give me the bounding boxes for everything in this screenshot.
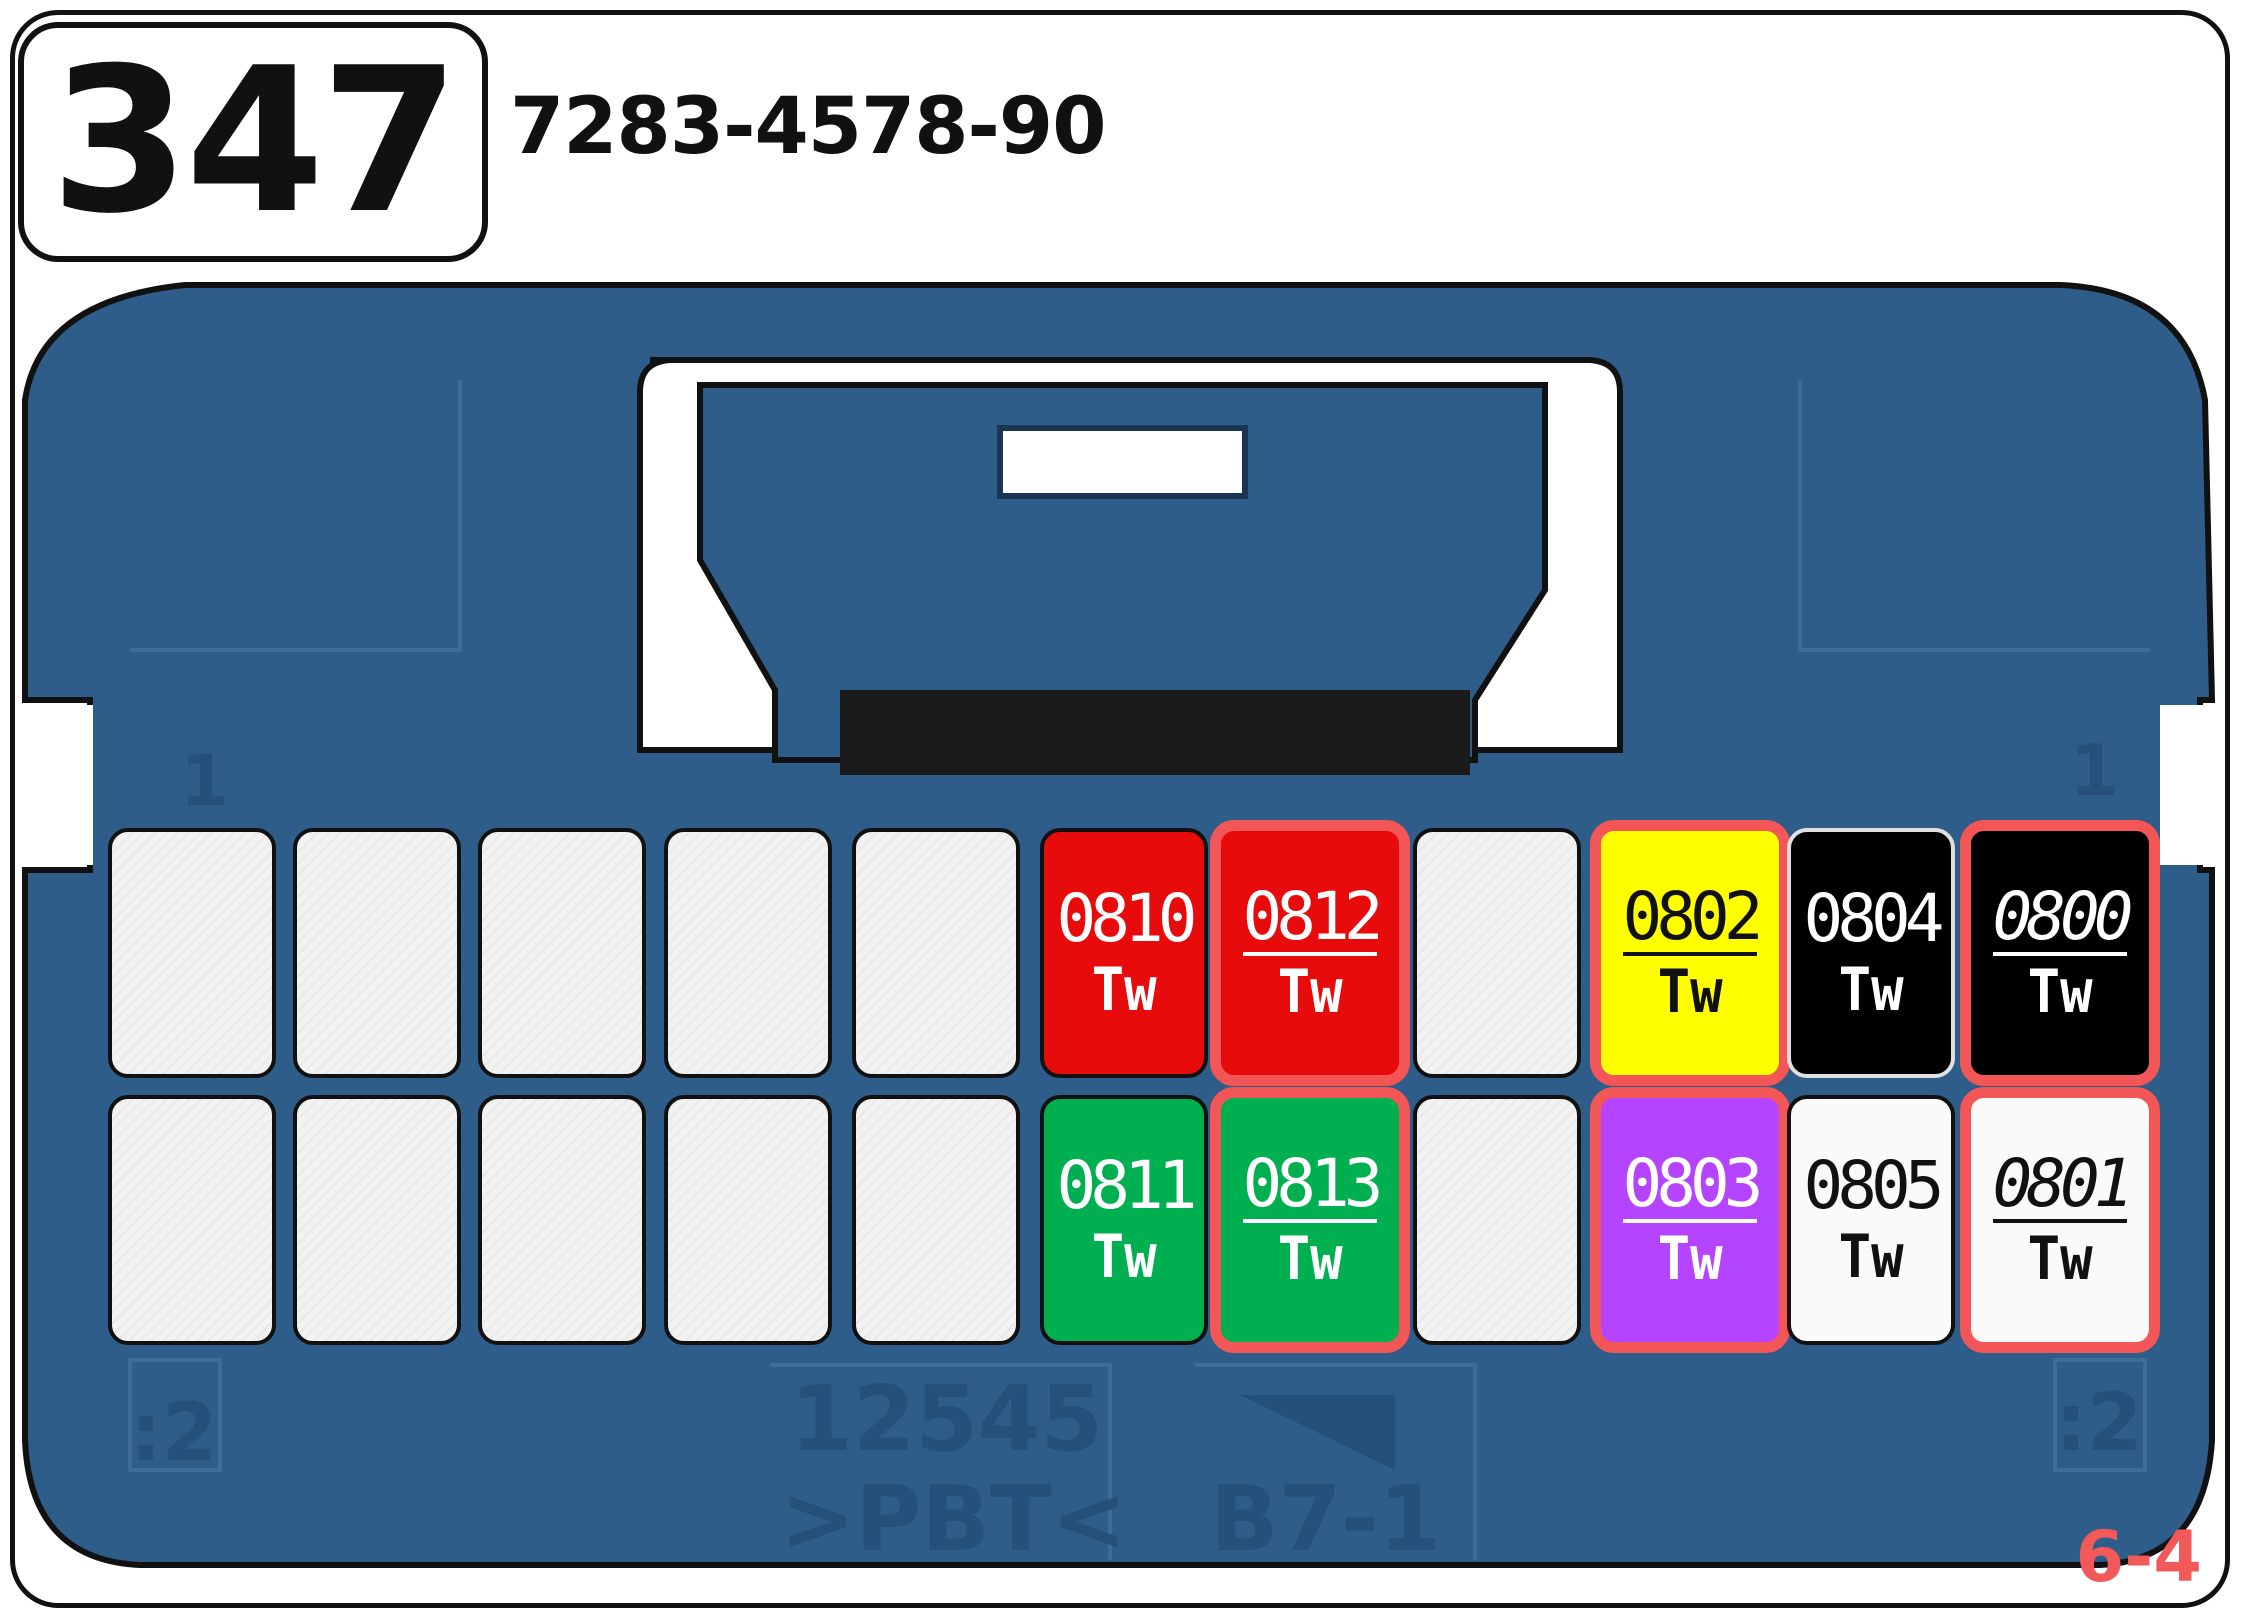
wire-type: Tw	[1091, 955, 1157, 1025]
cavity-empty	[478, 1095, 646, 1345]
mold-code-line2: >PBT<	[780, 1467, 1127, 1572]
page-reference: 6-4	[2075, 1516, 2202, 1598]
cavity-empty	[852, 828, 1020, 1078]
mold-code-line1: 12545	[790, 1367, 1103, 1472]
cavity-empty	[1413, 1095, 1581, 1345]
cavity-empty	[108, 1095, 276, 1345]
cavity-0801: 0801 Tw	[1960, 1087, 2160, 1353]
wire-type: Tw	[1657, 957, 1723, 1027]
cavity-0805: 0805 Tw	[1787, 1095, 1955, 1345]
left-notch	[18, 705, 93, 865]
mold-mark-bottom-left: :2	[130, 1386, 218, 1479]
wire-type: Tw	[1838, 1222, 1904, 1292]
circuit-number: 0812	[1242, 878, 1383, 956]
latch-slot	[840, 690, 1470, 775]
cavity-empty	[852, 1095, 1020, 1345]
mold-mark-top-right: 1	[2070, 730, 2119, 812]
wire-type: Tw	[1657, 1224, 1723, 1294]
mold-mark-center-right: B7-1	[1210, 1467, 1441, 1572]
cavity-empty	[293, 828, 461, 1078]
circuit-number: 0813	[1242, 1145, 1383, 1223]
cavity-0800: 0800 Tw	[1960, 820, 2160, 1086]
wire-type: Tw	[1838, 955, 1904, 1025]
cavity-0804: 0804 Tw	[1787, 828, 1955, 1078]
connector-id: 347	[50, 25, 459, 258]
cavity-empty	[478, 828, 646, 1078]
cavity-0802: 0802 Tw	[1590, 820, 1790, 1086]
circuit-number: 0811	[1056, 1147, 1198, 1224]
right-notch	[2160, 705, 2220, 865]
mold-mark-bottom-right: :2	[2055, 1376, 2143, 1469]
circuit-number: 0805	[1803, 1147, 1945, 1224]
wire-type: Tw	[1277, 957, 1343, 1027]
circuit-number: 0800	[1992, 878, 2133, 956]
cavity-0811: 0811 Tw	[1040, 1095, 1208, 1345]
cavity-empty	[664, 1095, 832, 1345]
cavity-empty	[664, 828, 832, 1078]
latch-hole	[997, 425, 1248, 499]
cavity-0813: 0813 Tw	[1210, 1087, 1410, 1353]
cavity-empty	[108, 828, 276, 1078]
connector-id-badge: 347	[18, 22, 488, 262]
cavity-0810: 0810 Tw	[1040, 828, 1208, 1078]
circuit-number: 0802	[1622, 878, 1763, 956]
wire-type: Tw	[1277, 1224, 1343, 1294]
circuit-number: 0801	[1992, 1145, 2133, 1223]
cavity-0812: 0812 Tw	[1210, 820, 1410, 1086]
circuit-number: 0804	[1803, 880, 1945, 957]
mold-mark-top-left: 1	[180, 740, 229, 822]
circuit-number: 0810	[1056, 880, 1198, 957]
part-number: 7283-4578-90	[510, 82, 1106, 172]
circuit-number: 0803	[1622, 1145, 1763, 1223]
cavity-0803: 0803 Tw	[1590, 1087, 1790, 1353]
wire-type: Tw	[1091, 1222, 1157, 1292]
cavity-empty	[1413, 828, 1581, 1078]
wire-type: Tw	[2027, 957, 2093, 1027]
cavity-empty	[293, 1095, 461, 1345]
wire-type: Tw	[2027, 1224, 2093, 1294]
